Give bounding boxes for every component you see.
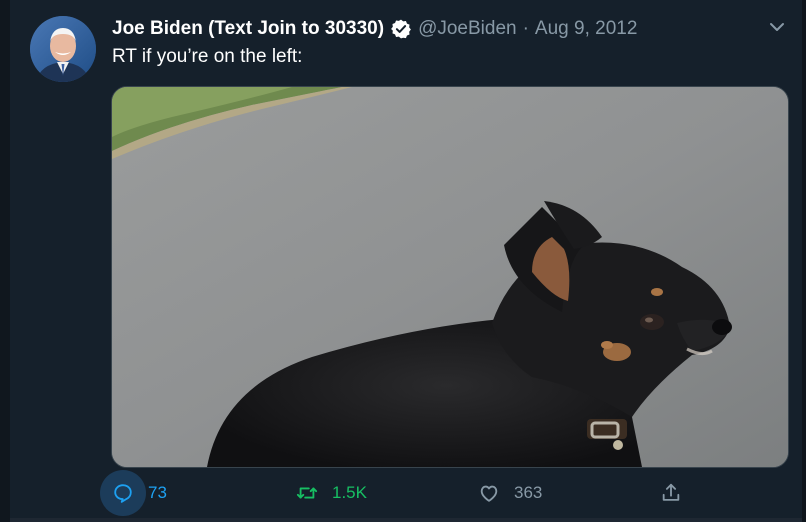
share-button[interactable] [648, 470, 694, 516]
reply-count: 73 [148, 483, 167, 502]
like-count: 363 [514, 483, 543, 502]
tweet-divider [10, 518, 802, 522]
heart-icon[interactable] [466, 470, 512, 516]
tweet-date[interactable]: Aug 9, 2012 [535, 18, 637, 40]
tweet-header: Joe Biden (Text Join to 30330) @JoeBiden… [112, 15, 637, 43]
separator-dot: · [522, 18, 529, 39]
tweet-text: RT if you’re on the left: [112, 46, 303, 67]
reply-icon[interactable] [100, 470, 146, 516]
left-gutter [0, 0, 10, 522]
tweet-media-image[interactable] [111, 86, 789, 468]
chevron-down-icon[interactable] [766, 16, 788, 38]
tweet-card[interactable]: Joe Biden (Text Join to 30330) @JoeBiden… [0, 0, 806, 522]
author-name[interactable]: Joe Biden (Text Join to 30330) [112, 18, 384, 40]
reply-button[interactable]: 73 [100, 470, 167, 516]
retweet-count: 1.5K [332, 483, 367, 502]
avatar[interactable] [30, 16, 96, 82]
verified-badge-icon [390, 18, 412, 40]
right-gutter [802, 0, 806, 522]
tweet-actions: 73 1.5K 363 [96, 470, 696, 516]
retweet-button[interactable]: 1.5K [284, 470, 367, 516]
like-button[interactable]: 363 [466, 470, 542, 516]
share-icon[interactable] [648, 470, 694, 516]
retweet-icon[interactable] [284, 470, 330, 516]
author-handle[interactable]: @JoeBiden [418, 18, 517, 40]
